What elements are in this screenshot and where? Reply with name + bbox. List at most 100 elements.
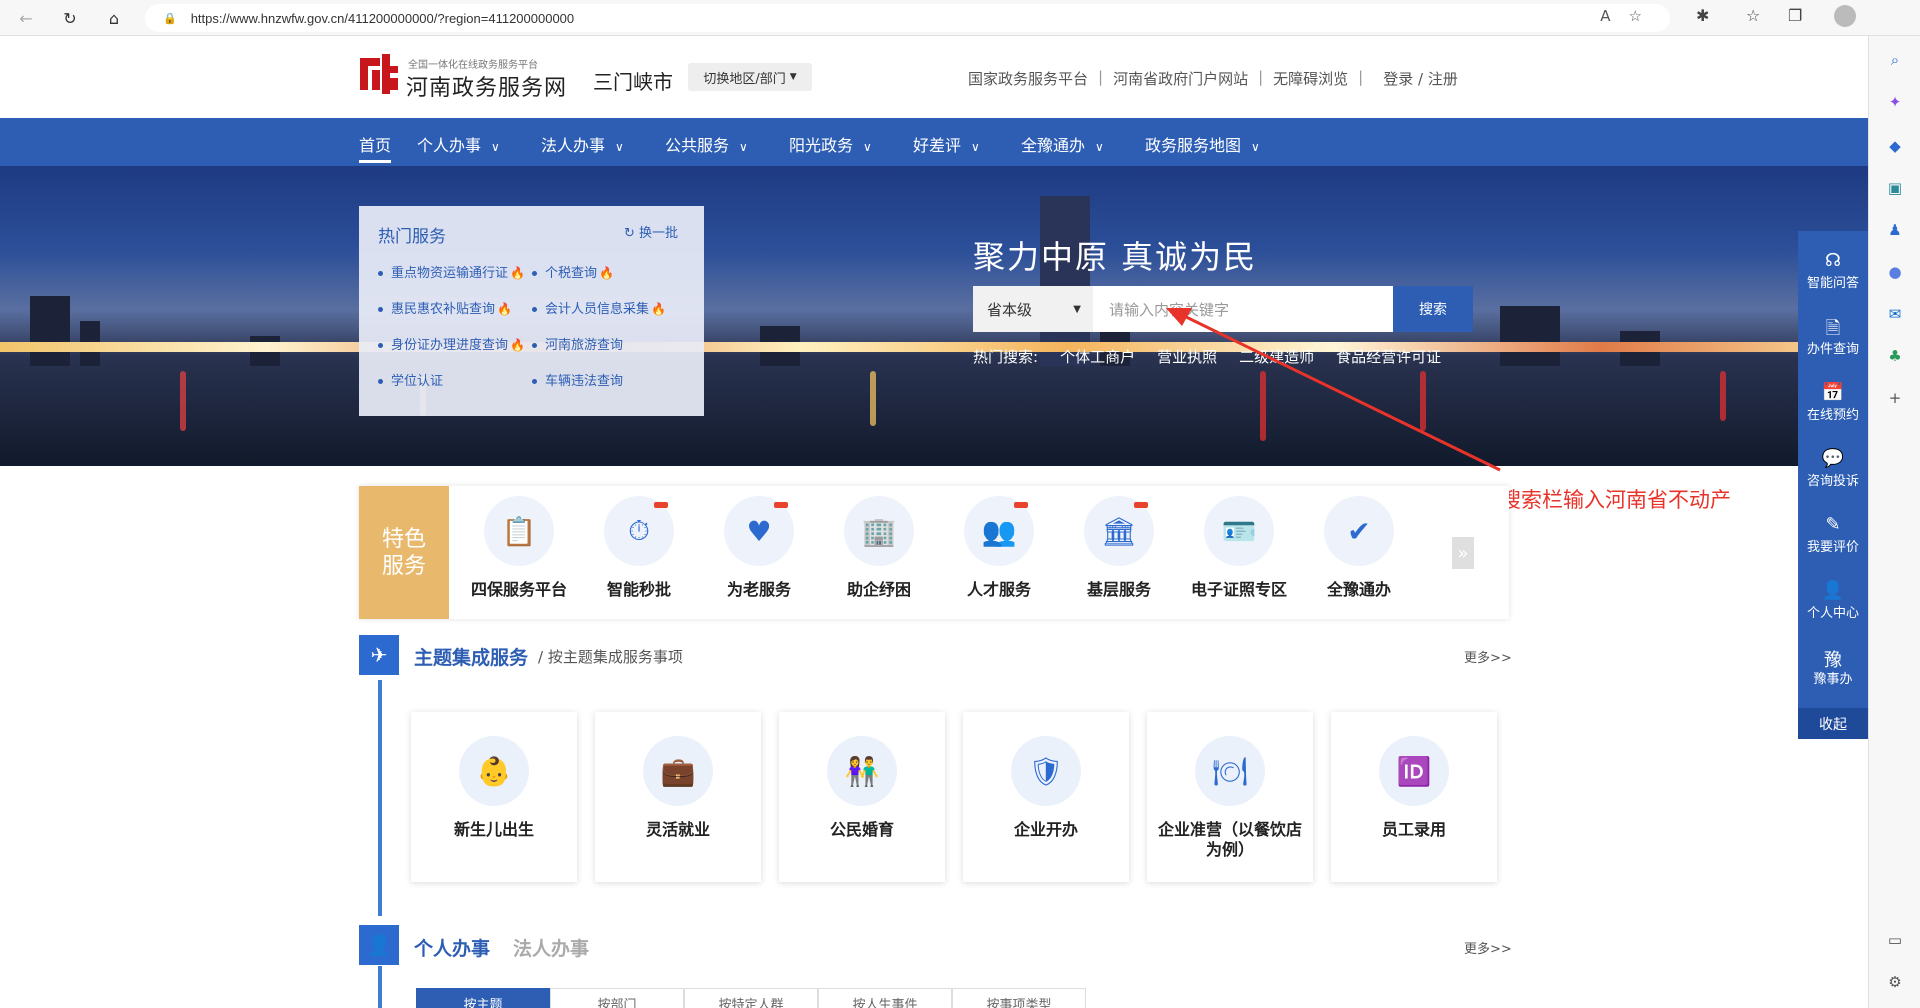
link-province-portal[interactable]: 河南省政府门户网站 bbox=[1113, 68, 1248, 89]
nav-label: 好差评 bbox=[913, 136, 962, 155]
theme-card-business-start[interactable]: 🛡 企业开办 bbox=[963, 712, 1129, 882]
office-icon[interactable]: ● bbox=[1885, 262, 1905, 282]
nav-label: 阳光政务 bbox=[789, 136, 854, 155]
switch-region-button[interactable]: 切换地区/部门 ▼ bbox=[688, 63, 812, 91]
site-header bbox=[0, 36, 1868, 118]
tab-by-department[interactable]: 按部门 bbox=[550, 988, 684, 1008]
nav-sunshine[interactable]: 阳光政务 ∨ bbox=[789, 132, 872, 156]
refresh-batch-button[interactable]: ↻ 换一批 bbox=[624, 222, 678, 241]
link-accessibility[interactable]: 无障碍浏览 bbox=[1273, 68, 1348, 89]
feature-henan-all[interactable]: ✔ 全豫通办 bbox=[1301, 496, 1417, 600]
hot-service-item[interactable]: 个税查询 🔥 bbox=[532, 262, 614, 281]
settings-gear-icon[interactable]: ⚙ bbox=[1885, 972, 1905, 992]
refresh-icon[interactable]: ↻ bbox=[58, 6, 82, 30]
float-case-query[interactable]: 🗎 办件查询 bbox=[1798, 316, 1868, 357]
back-icon[interactable]: ← bbox=[14, 6, 38, 30]
nav-henan-all[interactable]: 全豫通办 ∨ bbox=[1021, 132, 1104, 156]
tab-by-group[interactable]: 按特定人群 bbox=[684, 988, 818, 1008]
fire-icon: 🔥 bbox=[510, 266, 525, 280]
feature-talent[interactable]: 👥 人才服务 bbox=[941, 496, 1057, 600]
feature-e-license[interactable]: 🪪 电子证照专区 bbox=[1181, 496, 1297, 600]
logo-title[interactable]: 河南政务服务网 bbox=[406, 70, 567, 102]
city-lights bbox=[0, 342, 1868, 352]
split-screen-icon[interactable]: ▭ bbox=[1885, 930, 1905, 950]
search-button[interactable]: 搜索 bbox=[1393, 286, 1473, 332]
tab-by-theme[interactable]: 按主题 bbox=[416, 988, 550, 1008]
read-aloud-favorite-icons[interactable]: A☆ bbox=[1600, 7, 1660, 25]
profile-avatar[interactable] bbox=[1834, 5, 1856, 27]
add-icon[interactable]: + bbox=[1885, 388, 1905, 408]
hot-service-item[interactable]: 惠民惠农补贴查询 🔥 bbox=[378, 298, 512, 317]
theme-more-link[interactable]: 更多>> bbox=[1464, 647, 1512, 666]
robot-icon: ☊ bbox=[1825, 250, 1841, 271]
legal-tab-title[interactable]: 法人办事 bbox=[513, 934, 589, 961]
feature-elderly[interactable]: ♥ 为老服务 bbox=[701, 496, 817, 600]
link-login-register[interactable]: 登录 / 注册 bbox=[1383, 68, 1458, 89]
float-smart-qa[interactable]: ☊ 智能问答 bbox=[1798, 250, 1868, 291]
theme-card-flexible-job[interactable]: 💼 灵活就业 bbox=[595, 712, 761, 882]
hot-service-item[interactable]: 学位认证 bbox=[378, 370, 443, 389]
feature-enterprise-relief[interactable]: 🏢 助企纾困 bbox=[821, 496, 937, 600]
theme-card-hiring[interactable]: 🆔 员工录用 bbox=[1331, 712, 1497, 882]
bullet bbox=[378, 271, 383, 276]
float-label: 我要评价 bbox=[1806, 540, 1859, 555]
float-appointment[interactable]: 📅 在线预约 bbox=[1798, 382, 1868, 423]
feature-label: 电子证照专区 bbox=[1190, 580, 1287, 599]
hot-search-term[interactable]: 个体工商户 bbox=[1060, 346, 1135, 367]
chevron-down-icon: ∨ bbox=[739, 140, 748, 154]
feature-instant-approval[interactable]: ⏱ 智能秒批 bbox=[581, 496, 697, 600]
nav-service-map[interactable]: 政务服务地图 ∨ bbox=[1145, 132, 1260, 156]
nav-legal[interactable]: 法人办事 ∨ bbox=[541, 132, 624, 156]
hot-service-item[interactable]: 重点物资运输通行证 🔥 bbox=[378, 262, 525, 281]
tree-icon[interactable]: ♣ bbox=[1885, 346, 1905, 366]
games-icon[interactable]: ♟ bbox=[1885, 220, 1905, 240]
search-input[interactable]: 请输入内容关键字 bbox=[1093, 286, 1393, 332]
hot-service-item[interactable]: 身份证办理进度查询 🔥 bbox=[378, 334, 525, 353]
nav-public[interactable]: 公共服务 ∨ bbox=[665, 132, 748, 156]
theme-card-marriage[interactable]: 👫 公民婚育 bbox=[779, 712, 945, 882]
float-complaint[interactable]: 💬 咨询投诉 bbox=[1798, 448, 1868, 489]
user-clock-icon: ⏱ bbox=[604, 496, 674, 566]
site-logo-icon[interactable] bbox=[358, 52, 400, 96]
copilot-icon[interactable]: ✦ bbox=[1885, 92, 1905, 112]
hot-search-term[interactable]: 食品经营许可证 bbox=[1336, 346, 1441, 367]
hot-search-term[interactable]: 营业执照 bbox=[1157, 346, 1217, 367]
address-bar[interactable]: 🔒 https://www.hnzwfw.gov.cn/411200000000… bbox=[145, 4, 1670, 32]
collections-icon[interactable]: ❐ bbox=[1788, 6, 1802, 25]
search-level-select[interactable]: 省本级 ▼ bbox=[973, 286, 1093, 332]
theme-card-newborn[interactable]: 👶 新生儿出生 bbox=[411, 712, 577, 882]
feature-sibao[interactable]: 📋 四保服务平台 bbox=[461, 496, 577, 600]
card-label: 企业准营（以餐饮店为例） bbox=[1157, 820, 1302, 859]
personal-more-link[interactable]: 更多>> bbox=[1464, 938, 1512, 957]
float-personal-center[interactable]: 👤 个人中心 bbox=[1798, 580, 1868, 621]
next-arrow-icon[interactable]: » bbox=[1452, 537, 1474, 569]
nav-rating[interactable]: 好差评 ∨ bbox=[913, 132, 980, 156]
hot-service-item[interactable]: 河南旅游查询 bbox=[532, 334, 623, 353]
hot-service-item[interactable]: 车辆违法查询 bbox=[532, 370, 623, 389]
extensions-icon[interactable]: ✱ bbox=[1696, 6, 1709, 25]
nav-home[interactable]: 首页 bbox=[359, 132, 391, 156]
home-icon[interactable]: ⌂ bbox=[102, 6, 126, 30]
search-icon[interactable]: ⌕ bbox=[1885, 50, 1905, 70]
link-national-platform[interactable]: 国家政务服务平台 bbox=[968, 68, 1088, 89]
tools-icon[interactable]: ▣ bbox=[1885, 178, 1905, 198]
favorites-icon[interactable]: ☆ bbox=[1746, 6, 1760, 25]
float-evaluate[interactable]: ✎ 我要评价 bbox=[1798, 514, 1868, 555]
nav-personal[interactable]: 个人办事 ∨ bbox=[417, 132, 500, 156]
check-circle-icon: ✔ bbox=[1324, 496, 1394, 566]
personal-tab-title[interactable]: 个人办事 bbox=[414, 934, 490, 961]
bullet bbox=[378, 379, 383, 384]
theme-card-restaurant-permit[interactable]: 🍽 企业准营（以餐饮店为例） bbox=[1147, 712, 1313, 882]
outlook-icon[interactable]: ✉ bbox=[1885, 304, 1905, 324]
shopping-tag-icon[interactable]: ◆ bbox=[1885, 136, 1905, 156]
water-reflection bbox=[1720, 371, 1726, 421]
grassroots-icon: 🏛 bbox=[1084, 496, 1154, 566]
hot-search-term[interactable]: 二级建造师 bbox=[1239, 346, 1314, 367]
tab-by-item-type[interactable]: 按事项类型 bbox=[952, 988, 1086, 1008]
skyline-building bbox=[30, 296, 70, 366]
hot-service-item[interactable]: 会计人员信息采集 🔥 bbox=[532, 298, 666, 317]
tab-by-life-event[interactable]: 按人生事件 bbox=[818, 988, 952, 1008]
collapse-button[interactable]: 收起 bbox=[1798, 708, 1868, 739]
feature-grassroots[interactable]: 🏛 基层服务 bbox=[1061, 496, 1177, 600]
float-yushiban[interactable]: 豫豫事办 bbox=[1798, 646, 1868, 687]
